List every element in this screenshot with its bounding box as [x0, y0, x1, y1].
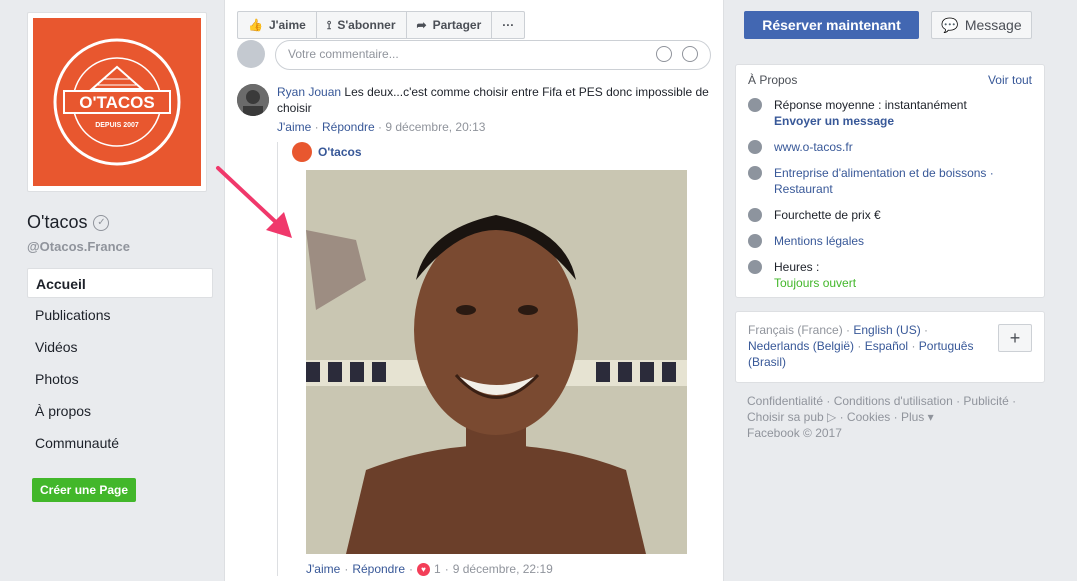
emoji-icon[interactable] [656, 46, 672, 62]
reply-author[interactable]: O'tacos [318, 145, 362, 159]
page-name: O'tacos [27, 212, 88, 232]
sticker-icon[interactable] [682, 46, 698, 62]
comment-body: Ryan Jouan Les deux...c'est comme choisi… [277, 84, 713, 135]
reserve-button[interactable]: Réserver maintenant [744, 11, 919, 39]
comment-reply-link[interactable]: Répondre [322, 120, 375, 134]
more-options-button[interactable]: ··· [491, 11, 526, 39]
messenger-icon [748, 98, 762, 112]
legal-link[interactable]: Mentions légales [774, 233, 864, 249]
see-all-link[interactable]: Voir tout [988, 73, 1032, 87]
comment-text: Les deux...c'est comme choisir entre Fif… [277, 85, 709, 115]
current-language: Français (France) · [748, 323, 854, 337]
comment-like-link[interactable]: J'aime [277, 120, 311, 134]
about-row-price: Fourchette de prix € [748, 207, 1032, 223]
comment-input-row: Votre commentaire... [237, 40, 713, 72]
language-card: Français (France) · English (US) · Neder… [735, 311, 1045, 383]
language-link[interactable]: English (US) [853, 323, 920, 337]
nav-item-accueil[interactable]: Accueil [27, 268, 213, 298]
about-row-legal: Mentions légales [748, 233, 1032, 249]
comment-placeholder: Votre commentaire... [288, 47, 399, 61]
nav-item-communaute[interactable]: Communauté [27, 428, 213, 458]
nav-item-a-propos[interactable]: À propos [27, 396, 213, 426]
about-row-response: Réponse moyenne : instantanément Envoyer… [748, 97, 1032, 129]
thumbs-up-icon: 👍 [248, 18, 263, 32]
category-link[interactable]: Entreprise d'alimentation et de boissons… [774, 165, 1032, 197]
share-label: Partager [432, 18, 482, 32]
page-nav: Accueil Publications Vidéos Photos À pro… [27, 268, 213, 458]
reply-like-link[interactable]: J'aime [306, 562, 340, 576]
footer-links[interactable]: Confidentialité · Conditions d'utilisati… [747, 393, 1037, 425]
about-header: À Propos Voir tout [748, 73, 1032, 87]
message-label: Message [964, 17, 1022, 33]
globe-icon [748, 140, 762, 154]
left-column: O'TACOS DEPUIS 2007 O'tacos ✓ @Otacos.Fr… [27, 12, 213, 502]
like-page-button[interactable]: 👍 J'aime [237, 11, 317, 39]
avatar [237, 40, 265, 68]
nav-item-publications[interactable]: Publications [27, 300, 213, 330]
comment-input[interactable]: Votre commentaire... [275, 40, 711, 70]
reply-gif-image[interactable] [306, 170, 687, 554]
about-row-hours: Heures : Toujours ouvert [748, 259, 1032, 291]
language-list: Français (France) · English (US) · Neder… [748, 323, 974, 369]
comment-author[interactable]: Ryan Jouan [277, 85, 341, 99]
hours-label: Heures : [774, 260, 820, 274]
about-title: À Propos [748, 73, 798, 87]
subscribe-button[interactable]: ⟟ S'abonner [315, 11, 407, 39]
info-icon [748, 234, 762, 248]
clock-icon [748, 260, 762, 274]
reply-meta: J'aime · Répondre · ♥ 1 · 9 décembre, 22… [306, 562, 553, 576]
reply: O'tacos J'aime · Répondre · ♥ 1 · 9 déce… [277, 142, 707, 576]
footer: Confidentialité · Conditions d'utilisati… [747, 393, 1037, 441]
message-button[interactable]: 💬 Message [931, 11, 1032, 39]
about-card: À Propos Voir tout Réponse moyenne : ins… [735, 64, 1045, 298]
otacos-logo: O'TACOS DEPUIS 2007 [33, 18, 201, 186]
avatar[interactable] [237, 84, 269, 116]
love-reaction-icon[interactable]: ♥ [417, 562, 431, 576]
response-time: Réponse moyenne : instantanément [774, 98, 967, 112]
nav-item-photos[interactable]: Photos [27, 364, 213, 394]
profile-picture[interactable]: O'TACOS DEPUIS 2007 [27, 12, 207, 192]
comment-meta: J'aime · Répondre · 9 décembre, 20:13 [277, 120, 486, 134]
page-title: O'tacos ✓ [27, 212, 213, 233]
about-row-category: Entreprise d'alimentation et de boissons… [748, 165, 1032, 197]
verified-icon: ✓ [93, 214, 110, 231]
create-page-button[interactable]: Créer une Page [32, 478, 137, 502]
header-actions: Réserver maintenant 💬 Message [744, 11, 1032, 39]
action-bar: 👍 J'aime ⟟ S'abonner ➦ Partager ··· [237, 11, 526, 39]
about-row-website: www.o-tacos.fr [748, 139, 1032, 155]
rss-icon: ⟟ [326, 17, 332, 32]
otacos-avatar[interactable] [292, 142, 312, 162]
page-handle: @Otacos.France [27, 239, 130, 254]
like-label: J'aime [268, 18, 306, 32]
nav-item-videos[interactable]: Vidéos [27, 332, 213, 362]
pink-arrow-annotation [216, 166, 292, 238]
reply-time[interactable]: 9 décembre, 22:19 [453, 562, 553, 576]
language-link[interactable]: Nederlands (België) [748, 339, 854, 353]
hours-value: Toujours ouvert [774, 276, 857, 290]
price-range: Fourchette de prix € [774, 208, 881, 222]
comment: Ryan Jouan Les deux...c'est comme choisi… [237, 84, 713, 135]
share-button[interactable]: ➦ Partager [405, 11, 493, 39]
send-message-link[interactable]: Envoyer un message [774, 113, 967, 129]
reply-reply-link[interactable]: Répondre [352, 562, 405, 576]
share-arrow-icon: ➦ [416, 18, 427, 32]
reply-header: O'tacos [292, 142, 707, 162]
store-icon [748, 166, 762, 180]
svg-text:DEPUIS 2007: DEPUIS 2007 [95, 122, 139, 129]
add-language-button[interactable]: + [998, 324, 1032, 352]
subscribe-label: S'abonner [337, 18, 396, 32]
reaction-count[interactable]: 1 [434, 562, 441, 576]
website-link[interactable]: www.o-tacos.fr [774, 139, 853, 155]
svg-text:O'TACOS: O'TACOS [79, 93, 155, 112]
language-link[interactable]: Español [865, 339, 908, 353]
center-column: 👍 J'aime ⟟ S'abonner ➦ Partager ··· Votr… [224, 0, 724, 581]
price-icon [748, 208, 762, 222]
messenger-icon: 💬 [941, 16, 959, 33]
copyright: Facebook © 2017 [747, 426, 842, 440]
comment-time[interactable]: 9 décembre, 20:13 [385, 120, 485, 134]
